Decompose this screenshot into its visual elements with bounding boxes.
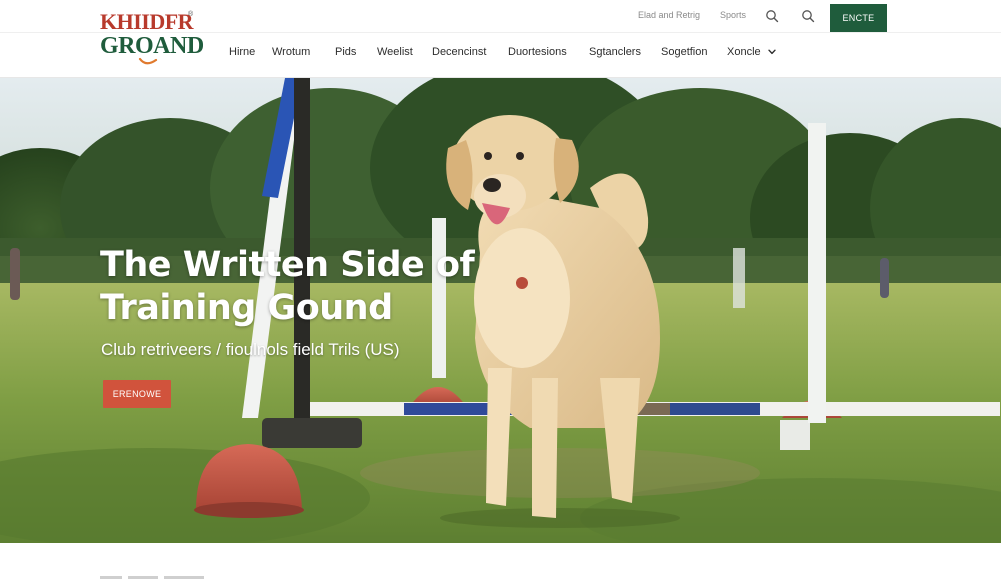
hero-title-line-2: Training Gound: [100, 288, 393, 328]
chevron-down-icon: [768, 46, 776, 58]
site-header: KHIIDFR GROAND ® Elad and Retrig Sports …: [0, 0, 1001, 78]
registered-mark: ®: [188, 11, 194, 18]
nav-item-home[interactable]: Hirne: [229, 46, 255, 58]
nav-item-more-dropdown[interactable]: Xoncle: [727, 46, 776, 58]
header-cta-button[interactable]: ENCTE: [830, 4, 887, 32]
hero-title-line-1: The Written Side of: [100, 245, 475, 285]
nav-item-wrotum[interactable]: Wrotum: [272, 46, 310, 58]
utility-link-sports[interactable]: Sports: [720, 10, 746, 20]
nav-item-pids[interactable]: Pids: [335, 46, 356, 58]
nav-item-sgtanclers[interactable]: Sgtanclers: [589, 46, 641, 58]
site-logo[interactable]: KHIIDFR GROAND ®: [100, 9, 204, 65]
hero-banner: The Written Side of Training Gound Club …: [0, 78, 1001, 543]
section-heading-peek: [100, 576, 204, 579]
logo-swoosh-icon: [138, 57, 158, 65]
logo-text-bottom: GROAND: [100, 33, 204, 59]
below-fold-section: [0, 543, 1001, 579]
nav-item-duortesions[interactable]: Duortesions: [508, 46, 567, 58]
hero-subtitle: Club retriveers / fioulnols field Trils …: [101, 340, 400, 359]
nav-item-weelist[interactable]: Weelist: [377, 46, 413, 58]
search-icon[interactable]: [765, 9, 779, 23]
hero-cta-button[interactable]: ERENOWE: [103, 380, 171, 408]
magnifier-icon[interactable]: [801, 9, 815, 23]
nav-item-more-label: Xoncle: [727, 46, 761, 58]
nav-item-sogetfion[interactable]: Sogetfion: [661, 46, 707, 58]
hero-title: The Written Side of Training Gound: [100, 244, 520, 330]
nav-item-decencinst[interactable]: Decencinst: [432, 46, 486, 58]
utility-link-account[interactable]: Elad and Retrig: [638, 10, 700, 20]
